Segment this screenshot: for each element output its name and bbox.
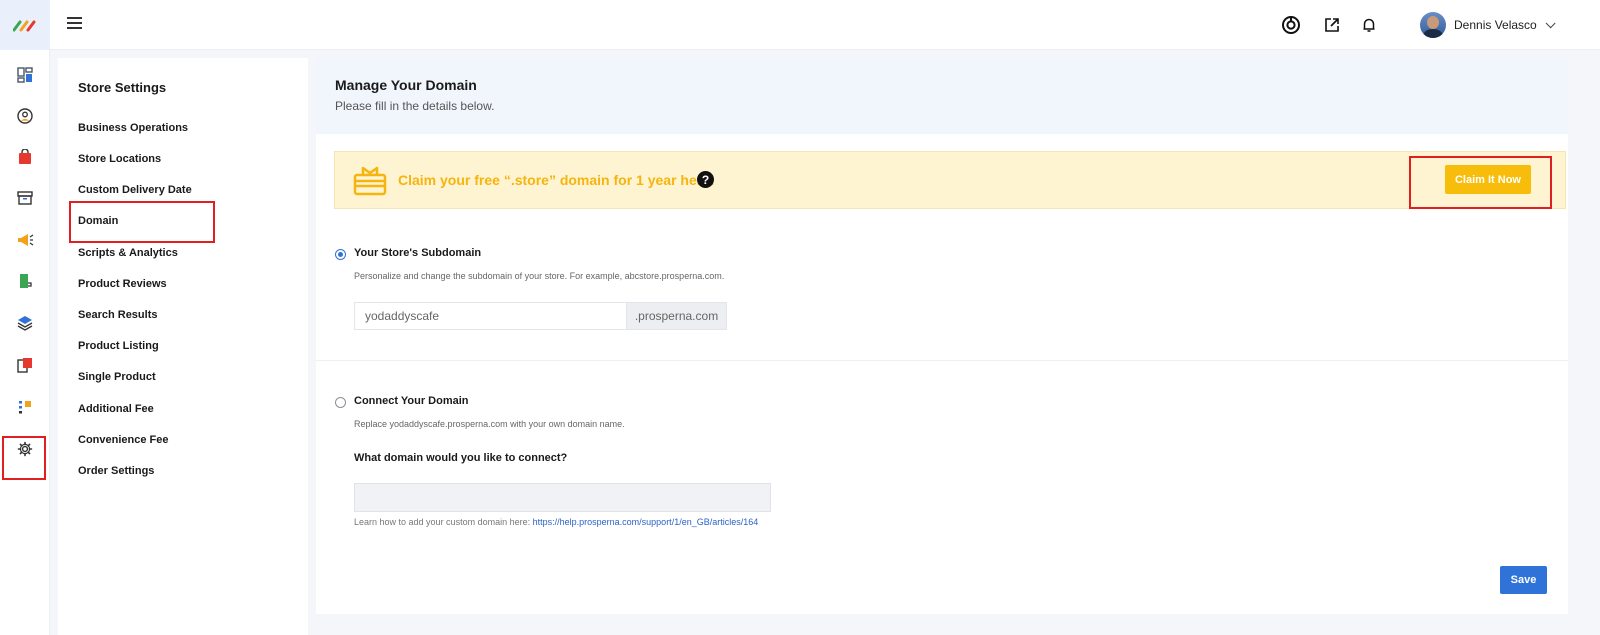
avatar: [1420, 12, 1446, 38]
analytics-icon[interactable]: [1278, 12, 1304, 38]
dashboard-icon[interactable]: [10, 60, 40, 90]
settings-item-business-operations[interactable]: Business Operations: [78, 122, 188, 134]
archive-icon[interactable]: [10, 183, 40, 213]
settings-item-custom-delivery-date[interactable]: Custom Delivery Date: [78, 184, 192, 196]
subdomain-radio[interactable]: [335, 249, 346, 260]
external-link-icon[interactable]: [1319, 12, 1345, 38]
user-name: Dennis Velasco: [1454, 18, 1537, 32]
apps-icon[interactable]: [10, 392, 40, 422]
logo-icon: [13, 20, 36, 32]
claim-highlight: [1409, 156, 1552, 209]
settings-item-additional-fee[interactable]: Additional Fee: [78, 403, 154, 415]
custom-domain-help: Learn how to add your custom domain here…: [354, 517, 758, 527]
custom-domain-help-text: Learn how to add your custom domain here…: [354, 517, 533, 527]
megaphone-icon[interactable]: [10, 225, 40, 255]
settings-item-product-listing[interactable]: Product Listing: [78, 340, 159, 352]
app-logo[interactable]: [0, 0, 50, 50]
settings-item-search-results[interactable]: Search Results: [78, 309, 157, 321]
catalog-icon[interactable]: [10, 350, 40, 380]
page-title: Manage Your Domain: [335, 77, 477, 93]
settings-item-scripts-analytics[interactable]: Scripts & Analytics: [78, 247, 178, 259]
promo-banner: Claim your free “.store” domain for 1 ye…: [334, 151, 1566, 209]
section-divider: [316, 360, 1568, 361]
settings-item-convenience-fee[interactable]: Convenience Fee: [78, 434, 168, 446]
settings-item-product-reviews[interactable]: Product Reviews: [78, 278, 167, 290]
bell-icon[interactable]: [1356, 12, 1382, 38]
save-button[interactable]: Save: [1500, 566, 1547, 594]
chevron-down-icon: [1545, 17, 1556, 28]
shopping-bag-icon[interactable]: [10, 142, 40, 172]
settings-item-store-locations[interactable]: Store Locations: [78, 153, 161, 165]
connect-domain-title: Connect Your Domain: [354, 395, 469, 407]
settings-item-order-settings[interactable]: Order Settings: [78, 465, 154, 477]
domain-panel: Manage Your Domain Please fill in the de…: [316, 58, 1568, 614]
top-bar: Dennis Velasco: [50, 0, 1600, 50]
layers-icon[interactable]: [10, 308, 40, 338]
settings-sidebar: Store Settings Business Operations Store…: [58, 58, 308, 635]
subdomain-input[interactable]: [354, 302, 627, 330]
connect-domain-description: Replace yodaddyscafe.prosperna.com with …: [354, 419, 625, 429]
settings-title: Store Settings: [78, 80, 167, 95]
settings-highlight: [2, 436, 46, 480]
custom-domain-input[interactable]: [354, 483, 771, 512]
domain-highlight: [69, 201, 215, 243]
customers-icon[interactable]: [10, 101, 40, 131]
gift-icon: [353, 166, 387, 196]
subdomain-suffix: .prosperna.com: [627, 302, 727, 330]
panel-header: Manage Your Domain Please fill in the de…: [316, 58, 1568, 134]
connect-domain-radio[interactable]: [335, 397, 346, 408]
page-subtitle: Please fill in the details below.: [335, 99, 495, 113]
settings-item-single-product[interactable]: Single Product: [78, 371, 156, 383]
domain-question-label: What domain would you like to connect?: [354, 452, 568, 464]
subdomain-title: Your Store's Subdomain: [354, 247, 482, 259]
menu-icon[interactable]: [64, 14, 86, 36]
left-rail: [0, 0, 50, 635]
help-icon[interactable]: ?: [697, 171, 714, 188]
subdomain-description: Personalize and change the subdomain of …: [354, 271, 725, 281]
help-article-link[interactable]: https://help.prosperna.com/support/1/en_…: [533, 517, 759, 527]
book-icon[interactable]: [10, 266, 40, 296]
promo-text: Claim your free “.store” domain for 1 ye…: [398, 172, 715, 188]
user-menu[interactable]: Dennis Velasco: [1420, 10, 1556, 40]
